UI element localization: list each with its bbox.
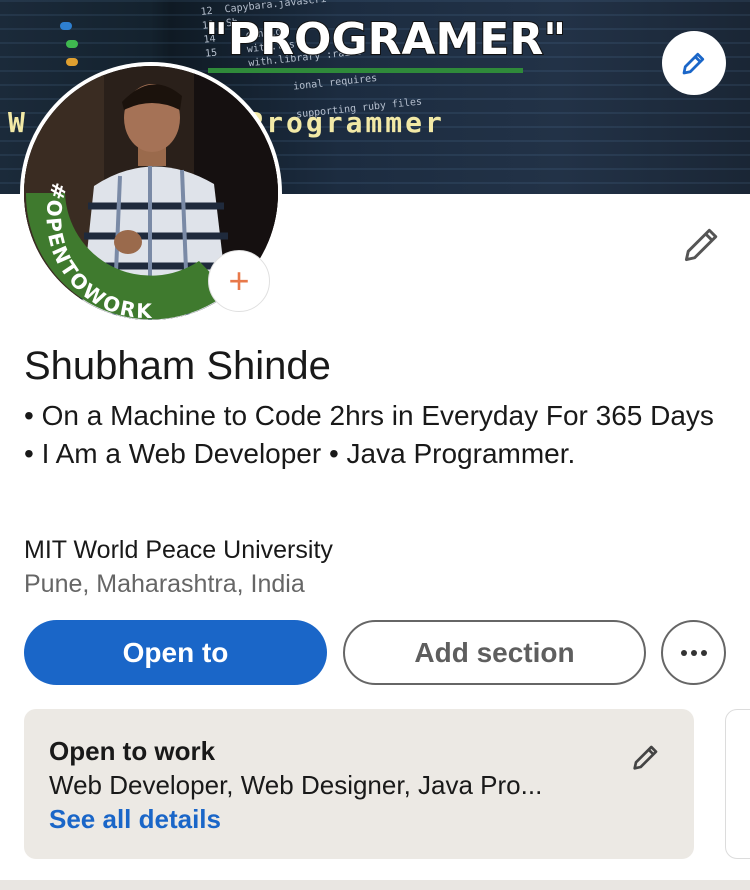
add-section-button[interactable]: Add section [343,620,646,685]
pencil-icon [684,228,718,262]
edit-banner-button[interactable] [662,31,726,95]
more-horizontal-icon [680,649,707,656]
open-to-work-card[interactable]: Open to work Web Developer, Web Designer… [24,709,694,859]
banner-title: "PROGRAMER" [204,13,567,66]
open-to-work-title: Open to work [49,736,216,766]
add-photo-button[interactable]: + [208,250,270,312]
edit-open-to-work-button[interactable] [630,741,662,773]
next-card-peek[interactable] [725,709,750,859]
open-to-work-roles: Web Developer, Web Designer, Java Pro... [49,770,543,800]
open-to-work-badge-text: #OPENTOWORK [41,179,152,320]
profile-name: Shubham Shinde [24,344,331,388]
profile-location: Pune, Maharashtra, India [24,570,305,598]
profile-education[interactable]: MIT World Peace University [24,536,333,565]
section-divider [0,880,750,890]
pencil-icon [633,745,658,770]
profile-headline: • On a Machine to Code 2hrs in Everyday … [24,400,714,469]
open-to-button[interactable]: Open to [24,620,327,685]
plus-icon: + [228,260,250,301]
more-options-button[interactable] [661,620,726,685]
see-all-details-link[interactable]: See all details [49,804,221,835]
svg-text:#OPENTOWORK: #OPENTOWORK [41,179,154,320]
pencil-icon [682,52,705,75]
edit-profile-button[interactable] [680,222,724,266]
